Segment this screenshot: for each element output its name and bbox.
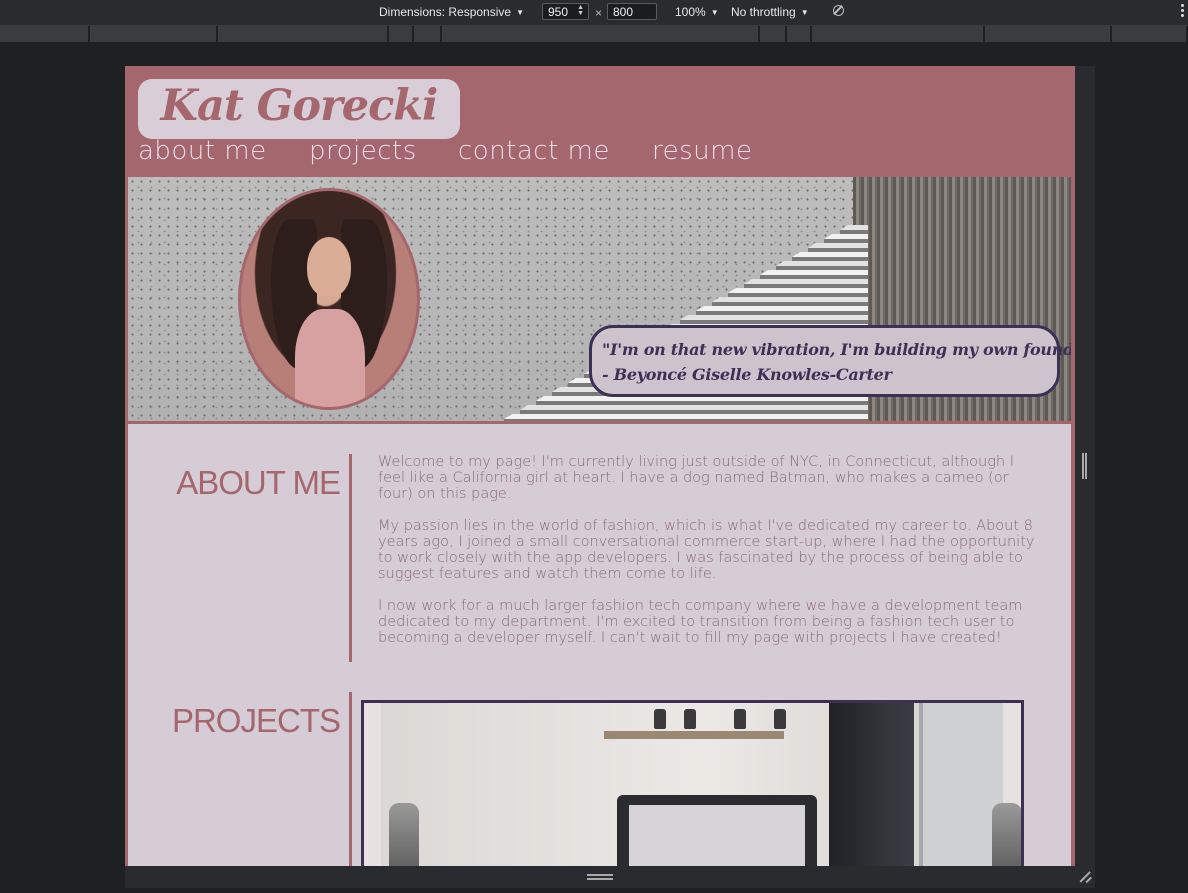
dimensions-label: Dimensions: Responsive <box>379 5 512 19</box>
ruler-segment[interactable] <box>442 26 760 42</box>
media-query-ruler[interactable] <box>0 26 1188 42</box>
about-paragraph: Welcome to my page! I'm currently living… <box>378 454 1014 502</box>
width-value: 950 <box>548 5 569 19</box>
projects-divider <box>349 692 352 866</box>
about-divider <box>349 454 352 662</box>
page-viewport: Kat Gorecki about me projects contact me… <box>125 66 1075 866</box>
ruler-segment[interactable] <box>0 26 90 42</box>
throttling-label: No throttling <box>731 5 796 19</box>
ruler-segment[interactable] <box>760 26 787 42</box>
nav-projects[interactable]: projects <box>309 136 417 166</box>
ruler-segment[interactable] <box>389 26 414 42</box>
quote-box: "I'm on that new vibration, I'm building… <box>589 325 1071 397</box>
ruler-segment[interactable] <box>414 26 442 42</box>
nav-resume[interactable]: resume <box>652 136 752 166</box>
profile-portrait <box>238 188 420 410</box>
ruler-segment[interactable] <box>812 26 985 42</box>
rotate-icon[interactable] <box>833 5 844 16</box>
logo-box[interactable]: Kat Gorecki <box>138 79 460 139</box>
ruler-segment[interactable] <box>218 26 389 42</box>
width-input[interactable]: 950 ▲ ▼ <box>542 3 589 20</box>
project-image[interactable] <box>361 700 1024 866</box>
spinner-icon[interactable]: ▲ ▼ <box>577 4 584 17</box>
nav-contact-me[interactable]: contact me <box>458 136 610 166</box>
throttling-dropdown[interactable]: No throttling ▼ <box>731 5 809 19</box>
hero-banner: "I'm on that new vibration, I'm building… <box>128 177 1071 421</box>
hero-divider <box>125 421 1075 424</box>
caret-down-icon: ▼ <box>710 8 719 17</box>
resize-grip-icon[interactable] <box>1082 453 1087 479</box>
ruler-segment[interactable] <box>787 26 812 42</box>
about-content: Welcome to my page! I'm currently living… <box>378 454 1038 662</box>
quote-text: "I'm on that new vibration, I'm building… <box>602 340 1071 359</box>
quote-attribution: - Beyoncé Giselle Knowles-Carter <box>602 365 892 384</box>
nav-about-me[interactable]: about me <box>138 136 267 166</box>
height-value: 800 <box>613 5 634 19</box>
ruler-segment[interactable] <box>1112 26 1188 42</box>
devtools-toolbar: Dimensions: Responsive ▼ 950 ▲ ▼ × 800 100… <box>0 0 1188 26</box>
site-logo: Kat Gorecki <box>160 81 439 131</box>
left-border <box>125 177 128 866</box>
projects-heading: PROJECTS <box>171 702 341 739</box>
caret-down-icon: ▼ <box>800 8 809 17</box>
ruler-segment[interactable] <box>985 26 1112 42</box>
caret-down-icon: ▼ <box>516 8 524 17</box>
laptop <box>617 795 817 866</box>
site-header: Kat Gorecki about me projects contact me… <box>125 66 1075 177</box>
resize-grip-icon[interactable] <box>587 874 613 880</box>
zoom-dropdown[interactable]: 100% ▼ <box>675 5 719 19</box>
times-symbol: × <box>595 6 603 20</box>
corner-resize-icon[interactable] <box>1079 870 1091 882</box>
zoom-label: 100% <box>675 5 706 19</box>
monitor <box>829 703 914 866</box>
about-heading: ABOUT ME <box>176 464 341 501</box>
about-paragraph: I now work for a much larger fashion tec… <box>378 598 1023 646</box>
ruler-segment[interactable] <box>90 26 218 42</box>
dimensions-dropdown[interactable]: Dimensions: Responsive ▼ <box>379 5 524 19</box>
height-input[interactable]: 800 <box>607 3 657 20</box>
more-options-icon[interactable] <box>1181 4 1184 18</box>
about-paragraph: My passion lies in the world of fashion,… <box>378 518 1035 582</box>
